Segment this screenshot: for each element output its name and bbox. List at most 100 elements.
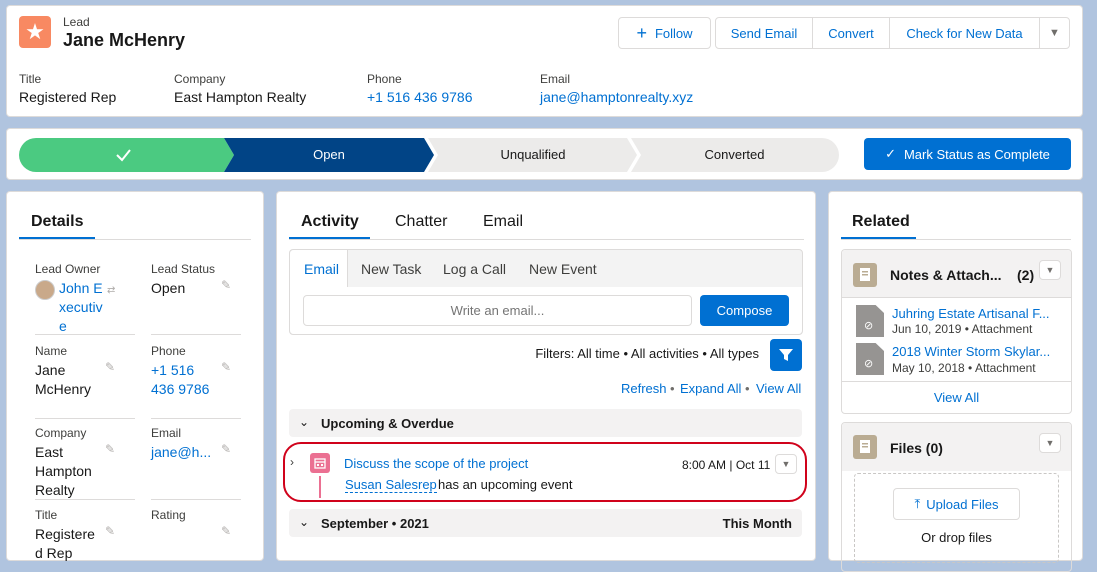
phone-link[interactable]: +1 516 436 9786 bbox=[151, 361, 211, 399]
expand-all-link[interactable]: Expand All bbox=[680, 381, 741, 396]
upcoming-section-header[interactable]: ⌄ Upcoming & Overdue bbox=[289, 409, 802, 437]
filter-icon bbox=[779, 349, 793, 361]
attachment-title-link[interactable]: 2018 Winter Storm Skylar... bbox=[892, 344, 1050, 359]
edit-pencil-icon[interactable]: ✎ bbox=[221, 278, 231, 292]
email-input[interactable] bbox=[303, 295, 692, 326]
more-actions-button[interactable]: ▼ bbox=[1039, 17, 1070, 49]
check-icon: ✓ bbox=[885, 146, 896, 161]
edit-pencil-icon[interactable]: ✎ bbox=[221, 360, 231, 374]
edit-pencil-icon[interactable]: ✎ bbox=[105, 442, 115, 456]
view-all-link[interactable]: View All bbox=[756, 381, 801, 396]
send-email-button[interactable]: Send Email bbox=[715, 17, 813, 49]
attachment-file-icon: ⊘ bbox=[856, 343, 884, 375]
tab-chatter[interactable]: Chatter bbox=[395, 213, 447, 231]
notes-actions-button[interactable]: ▼ bbox=[1039, 260, 1061, 280]
path-stage-open-label[interactable]: Open bbox=[229, 147, 429, 162]
month-section-header[interactable]: ⌄ September • 2021 This Month bbox=[289, 509, 802, 537]
chevron-down-icon: ⌄ bbox=[299, 415, 310, 429]
tab-related[interactable]: Related bbox=[852, 213, 910, 231]
owner-avatar bbox=[35, 280, 55, 300]
upload-icon: ⤒ bbox=[914, 496, 921, 511]
email-link[interactable]: jane@hamptonrealty.xyz bbox=[540, 89, 693, 105]
field-label-lead-status: Lead Status bbox=[151, 262, 216, 276]
edit-pencil-icon[interactable]: ✎ bbox=[105, 360, 115, 374]
timeline-event-item bbox=[283, 442, 807, 502]
chevron-down-icon: ⌄ bbox=[299, 515, 310, 529]
phone-link[interactable]: +1 516 436 9786 bbox=[367, 89, 473, 105]
convert-button[interactable]: Convert bbox=[812, 17, 890, 49]
file-drop-zone[interactable]: ⤒ Upload Files Or drop files bbox=[854, 473, 1059, 563]
edit-pencil-icon[interactable]: ✎ bbox=[105, 524, 115, 538]
field-label-rating: Rating bbox=[151, 508, 186, 522]
path-stage-unqualified-label[interactable]: Unqualified bbox=[433, 147, 633, 162]
files-title[interactable]: Files (0) bbox=[890, 440, 943, 456]
company-value: East Hampton Realty bbox=[35, 444, 92, 498]
related-card: Related Notes & Attach... (2) ▼ ⊘ Juhrin… bbox=[828, 191, 1083, 572]
compose-button[interactable]: Compose bbox=[700, 295, 789, 326]
files-actions-button[interactable]: ▼ bbox=[1039, 433, 1061, 453]
filter-button[interactable] bbox=[770, 339, 802, 371]
files-card: Files (0) ▼ ⤒ Upload Files Or drop files bbox=[841, 422, 1072, 572]
name-value: Jane McHenry bbox=[35, 362, 92, 397]
edit-pencil-icon[interactable]: ✎ bbox=[221, 524, 231, 538]
refresh-link[interactable]: Refresh bbox=[621, 381, 667, 396]
record-header: ★ Lead Jane McHenry + Follow Send Email … bbox=[6, 5, 1083, 117]
activity-card: Activity Chatter Email Email New Task Lo… bbox=[276, 191, 816, 561]
subtab-new-event[interactable]: New Event bbox=[529, 261, 597, 277]
notes-icon bbox=[853, 263, 877, 287]
subtab-log-call[interactable]: Log a Call bbox=[443, 261, 506, 277]
attachment-meta: Jun 10, 2019 • Attachment bbox=[892, 322, 1033, 336]
field-label-phone: Phone bbox=[151, 344, 186, 358]
field-label-title: Title bbox=[35, 508, 58, 522]
title-value: Registered Rep bbox=[35, 526, 95, 561]
chevron-right-icon[interactable]: › bbox=[290, 455, 294, 469]
object-type-label: Lead bbox=[63, 15, 90, 29]
plus-icon: + bbox=[636, 23, 647, 43]
path-stage-converted-label[interactable]: Converted bbox=[637, 147, 832, 162]
attachment-file-icon: ⊘ bbox=[856, 305, 884, 337]
highlight-field-company: Company East Hampton Realty bbox=[174, 72, 307, 105]
tab-activity[interactable]: Activity bbox=[301, 213, 359, 231]
tab-email[interactable]: Email bbox=[483, 213, 523, 231]
follow-button[interactable]: + Follow bbox=[618, 17, 711, 49]
chevron-down-icon: ▼ bbox=[1045, 438, 1055, 448]
event-actions-button[interactable]: ▼ bbox=[775, 454, 797, 474]
tab-details[interactable]: Details bbox=[31, 213, 83, 231]
lead-icon: ★ bbox=[19, 16, 51, 48]
highlight-field-phone: Phone +1 516 436 9786 bbox=[367, 72, 473, 105]
timeline-line bbox=[319, 476, 321, 498]
attachment-title-link[interactable]: Juhring Estate Artisanal F... bbox=[892, 306, 1050, 321]
field-label-name: Name bbox=[35, 344, 68, 358]
subtab-email[interactable]: Email bbox=[290, 250, 348, 287]
record-title: Jane McHenry bbox=[63, 30, 186, 50]
chevron-down-icon: ▼ bbox=[1045, 265, 1055, 275]
highlight-field-email: Email jane@hamptonrealty.xyz bbox=[540, 72, 694, 105]
edit-pencil-icon[interactable]: ✎ bbox=[221, 442, 231, 456]
details-card: Details Lead Owner John Executive ⇄ Lead… bbox=[6, 191, 264, 561]
link-icon: ⊘ bbox=[864, 320, 874, 332]
field-label-company: Company bbox=[35, 426, 87, 440]
event-owner-link[interactable]: Susan Salesrep bbox=[345, 477, 437, 493]
lead-owner-link[interactable]: John Executive bbox=[59, 279, 109, 336]
field-label-email: Email bbox=[151, 426, 182, 440]
separator-dot: • bbox=[745, 381, 750, 396]
mark-status-complete-button[interactable]: ✓ Mark Status as Complete bbox=[864, 138, 1071, 170]
drop-files-text: Or drop files bbox=[921, 530, 992, 545]
event-time: 8:00 AM | Oct 11 bbox=[682, 458, 771, 472]
upload-files-button[interactable]: ⤒ Upload Files bbox=[893, 488, 1020, 520]
notes-count: (2) bbox=[1017, 267, 1035, 283]
event-title-link[interactable]: Discuss the scope of the project bbox=[344, 456, 528, 471]
calendar-icon bbox=[314, 458, 326, 469]
email-link[interactable]: jane@h... bbox=[151, 443, 211, 462]
separator-dot: • bbox=[670, 381, 675, 396]
chevron-down-icon: ▼ bbox=[781, 459, 791, 469]
check-new-data-button[interactable]: Check for New Data bbox=[889, 17, 1040, 49]
subtab-new-task[interactable]: New Task bbox=[361, 261, 421, 277]
notes-view-all-link[interactable]: View All bbox=[842, 390, 1071, 405]
change-owner-icon[interactable]: ⇄ bbox=[107, 285, 115, 296]
chevron-down-icon: ▼ bbox=[1049, 27, 1060, 39]
files-icon bbox=[853, 435, 877, 459]
status-path-card: Open Unqualified Converted ✓ Mark Status… bbox=[6, 128, 1083, 180]
attachment-meta: May 10, 2018 • Attachment bbox=[892, 361, 1036, 375]
notes-title[interactable]: Notes & Attach... bbox=[890, 267, 1002, 283]
